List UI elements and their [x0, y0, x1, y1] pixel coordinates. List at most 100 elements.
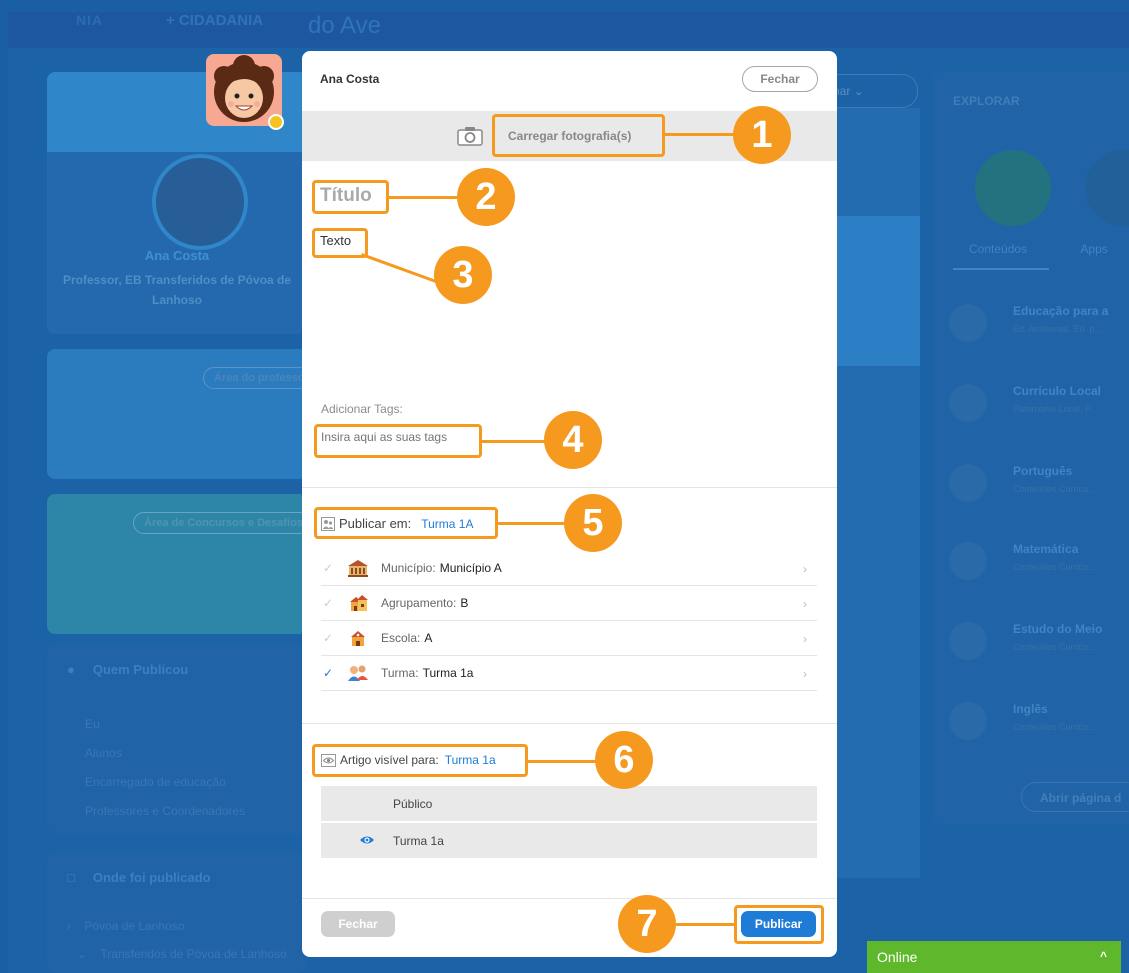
- filter-item[interactable]: Eu: [85, 710, 245, 739]
- open-page-button[interactable]: Abrir página d: [1021, 782, 1129, 812]
- explore-item[interactable]: Matemática Conteúdos Curricu...: [949, 542, 1129, 602]
- flag-icon: [949, 702, 987, 740]
- location-key: Agrupamento:: [381, 596, 457, 610]
- chevron-right-icon: ›: [67, 919, 85, 933]
- highlight-upload: [492, 114, 665, 157]
- check-icon: ✓: [323, 561, 334, 575]
- explore-item-title: Estudo do Meio: [1013, 622, 1103, 636]
- explore-tabs: Conteúdos Apps: [969, 242, 1108, 256]
- explore-item-subtitle: Conteúdos Curricu...: [1013, 722, 1096, 732]
- filter-item[interactable]: Professores e Coordenadores: [85, 797, 245, 826]
- explore-item[interactable]: Português Conteúdos Curricu...: [949, 464, 1129, 524]
- location-key: Turma:: [381, 666, 419, 680]
- callout-connector: [389, 196, 461, 199]
- chevron-up-icon: ^: [1099, 949, 1107, 963]
- teacher-area-card[interactable]: Área do professor: [47, 349, 313, 479]
- who-published-list: Eu Alunos Encarregado de educação Profes…: [85, 710, 245, 826]
- chevron-right-icon: ›: [803, 667, 807, 681]
- explore-item-title: Português: [1013, 464, 1073, 478]
- callout-connector: [482, 440, 548, 443]
- filter-item-label: Póvoa de Lanhoso: [84, 919, 185, 933]
- callout-connector: [665, 133, 737, 136]
- user-icon: ●: [67, 662, 75, 677]
- visibility-option-label: Público: [393, 797, 433, 811]
- filter-item[interactable]: ⌄ Transferidos de Póvoa de Lanhoso: [67, 940, 287, 968]
- chevron-down-icon: ⌄: [77, 947, 101, 961]
- section-divider: [302, 487, 837, 488]
- tab-contents[interactable]: Conteúdos: [969, 242, 1027, 256]
- callout-badge: 7: [618, 895, 676, 953]
- visibility-options: Público Turma 1a: [321, 786, 817, 858]
- explore-panel: EXPLORAR Conteúdos Apps Educação para a …: [933, 72, 1129, 824]
- section-divider: [302, 723, 837, 724]
- post-author: Ana Costa: [320, 72, 380, 86]
- profile-avatar[interactable]: [152, 154, 248, 250]
- location-row-municipality[interactable]: ✓ Município: Município A ›: [321, 551, 817, 586]
- camera-icon: [457, 127, 483, 146]
- online-chat-bar[interactable]: Online ^: [867, 941, 1121, 973]
- filter-item[interactable]: Encarregado de educação: [85, 768, 245, 797]
- profile-role: Professor, EB Transferidos de Póvoa de L…: [62, 273, 292, 307]
- math-icon: [949, 542, 987, 580]
- close-button-bottom[interactable]: Fechar: [321, 911, 395, 937]
- highlight-text: [312, 228, 368, 258]
- chevron-right-icon: ›: [803, 562, 807, 576]
- where-published-title: □ Onde foi publicado: [67, 870, 211, 885]
- profile-name[interactable]: Ana Costa: [47, 248, 307, 263]
- chevron-right-icon: ›: [803, 632, 807, 646]
- visibility-option-class[interactable]: Turma 1a: [321, 823, 817, 858]
- filter-item[interactable]: Alunos: [85, 739, 245, 768]
- explore-item[interactable]: Estudo do Meio Conteúdos Curricu...: [949, 622, 1129, 682]
- explore-title: EXPLORAR: [953, 94, 1020, 108]
- callout-badge: 3: [434, 246, 492, 304]
- explore-item-subtitle: Ed. Ambiental, Ed. p...: [1013, 324, 1103, 334]
- apps-icon[interactable]: [1085, 150, 1129, 226]
- explore-item[interactable]: Educação para a Ed. Ambiental, Ed. p...: [949, 304, 1129, 364]
- footer-divider: [302, 898, 837, 899]
- abc-icon: [949, 464, 987, 502]
- who-published-label: Quem Publicou: [92, 662, 189, 677]
- highlight-title: [312, 180, 389, 214]
- location-row-school[interactable]: ✓ Escola: A ›: [321, 621, 817, 656]
- visibility-option-public[interactable]: Público: [321, 786, 817, 821]
- chevron-right-icon: ›: [803, 597, 807, 611]
- where-published-list: › Póvoa de Lanhoso ⌄ Transferidos de Póv…: [67, 912, 287, 968]
- callout-badge: 5: [564, 494, 622, 552]
- where-published-filter: □ Onde foi publicado › Póvoa de Lanhoso ⌄…: [47, 852, 307, 973]
- location-row-group[interactable]: ✓ Agrupamento: B ›: [321, 586, 817, 621]
- contest-area-button[interactable]: Área de Concursos e Desafios: [133, 512, 313, 534]
- close-button-top[interactable]: Fechar: [742, 66, 818, 92]
- location-row-class[interactable]: ✓ Turma: Turma 1a ›: [321, 656, 817, 691]
- callout-badge: 2: [457, 168, 515, 226]
- callout-badge: 6: [595, 731, 653, 789]
- town-hall-icon: [348, 560, 368, 577]
- chevron-down-icon: ⌄: [853, 84, 864, 98]
- explore-item[interactable]: Currículo Local Património Local, P...: [949, 384, 1129, 444]
- logo-mark: NIA: [76, 12, 104, 28]
- check-icon: ✓: [323, 596, 334, 610]
- highlight-publish-in: [314, 507, 498, 539]
- contest-area-card[interactable]: Área de Concursos e Desafios: [47, 494, 313, 634]
- publish-location-list: ✓ Município: Município A › ✓ Agrupamento…: [321, 551, 817, 691]
- explore-item[interactable]: Inglês Conteúdos Curricu...: [949, 702, 1129, 762]
- tags-label: Adicionar Tags:: [321, 402, 403, 416]
- badge-icon: [949, 384, 987, 422]
- highlight-tags: [314, 424, 482, 458]
- teacher-area-button[interactable]: Área do professor: [203, 367, 313, 389]
- location-value: A: [424, 631, 433, 645]
- location-value: Município A: [439, 561, 502, 575]
- online-label: Online: [877, 949, 918, 965]
- planet-icon: [949, 304, 987, 342]
- check-icon: ✓: [323, 666, 334, 680]
- check-icon: ✓: [323, 631, 334, 645]
- highlight-publish: [734, 905, 824, 944]
- callout-connector: [498, 522, 568, 525]
- graduation-cap-icon[interactable]: [975, 150, 1051, 226]
- tab-apps[interactable]: Apps: [1080, 242, 1107, 256]
- filter-item[interactable]: › Póvoa de Lanhoso: [67, 912, 287, 940]
- explore-item-subtitle: Conteúdos Curricu...: [1013, 484, 1096, 494]
- explore-item-subtitle: Conteúdos Curricu...: [1013, 562, 1096, 572]
- bookmark-icon: □: [67, 870, 75, 885]
- active-tab-indicator: [953, 268, 1049, 270]
- explore-item-subtitle: Conteúdos Curricu...: [1013, 642, 1096, 652]
